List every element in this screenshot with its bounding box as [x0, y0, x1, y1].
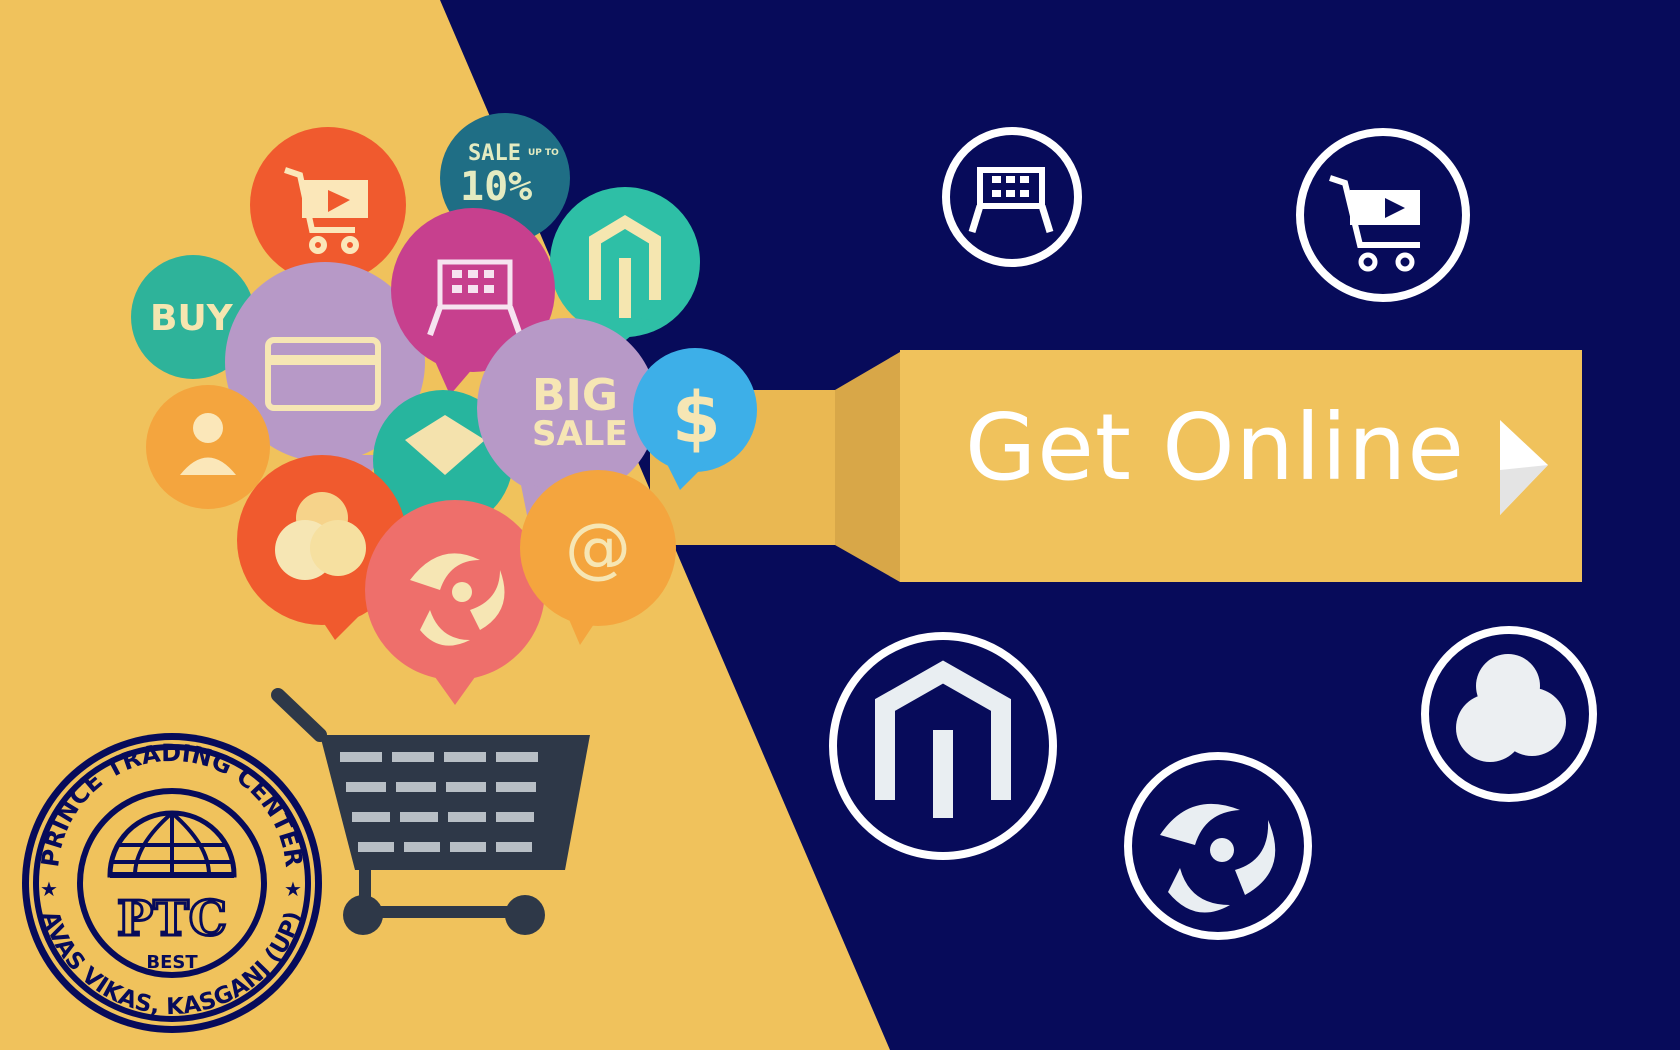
logo-star-left: ★ — [40, 877, 58, 901]
sale-percent-text: 10% — [460, 164, 532, 210]
sale-text: SALE — [532, 414, 628, 454]
banner-scene: SALE UP TO 10% BUY BIG SALE $ @ PRINCE T… — [0, 0, 1680, 1050]
person-bubble — [146, 385, 270, 509]
logo-tagline: BEST — [146, 952, 198, 973]
buy-text: BUY — [150, 298, 234, 339]
sale-top-text: SALE — [468, 141, 521, 166]
ribbon-fold — [835, 352, 900, 582]
at-text: @ — [565, 509, 631, 586]
logo-star-right: ★ — [284, 877, 302, 901]
dollar-text: $ — [672, 377, 721, 459]
logo-monogram: PTC — [117, 891, 227, 947]
get-online-label[interactable]: Get Online — [965, 402, 1465, 494]
ptc-logo: PRINCE TRADING CENTER AVAS VIKAS, KASGAN… — [22, 733, 322, 1033]
sale-small-text: UP TO — [528, 148, 559, 158]
